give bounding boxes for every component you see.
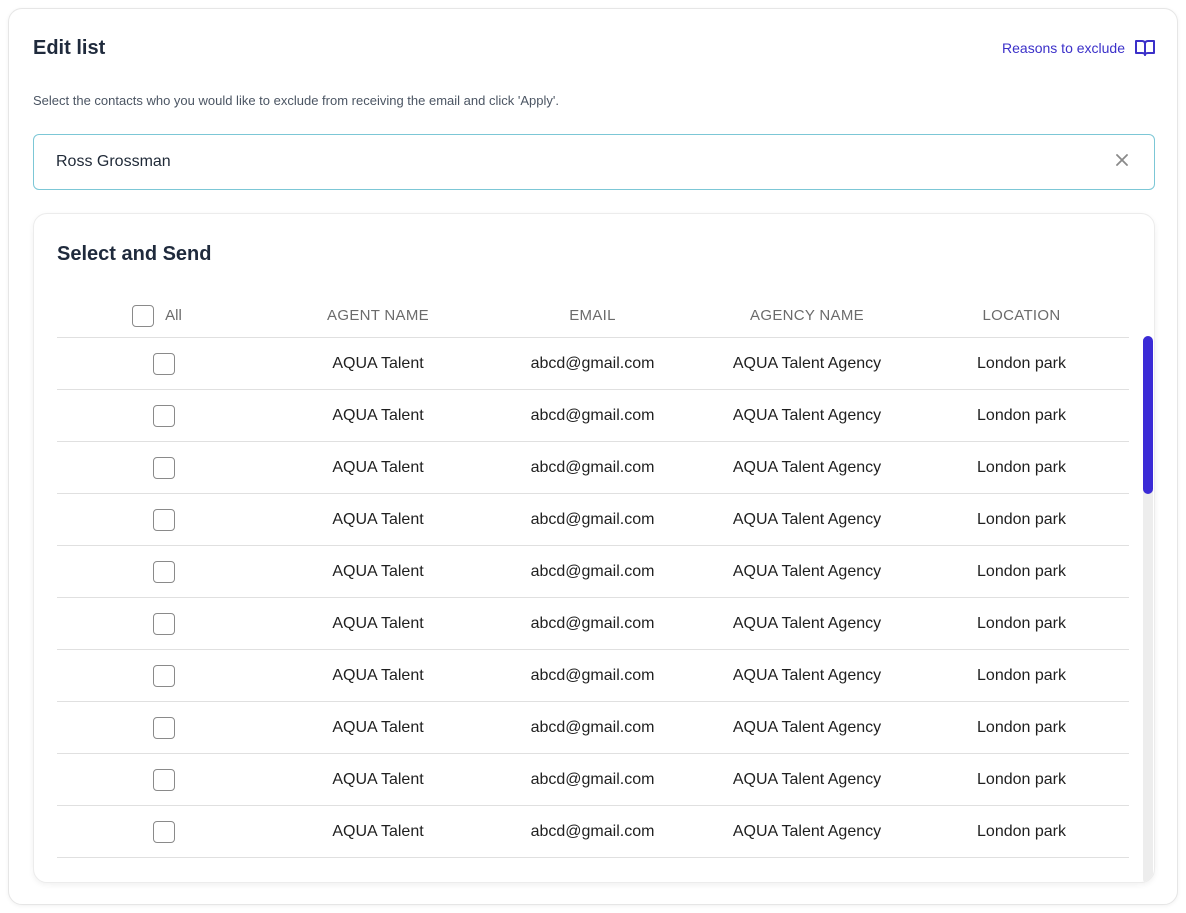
location-cell: London park: [977, 614, 1066, 632]
agency-name-cell: AQUA Talent Agency: [732, 458, 882, 476]
close-icon: [1116, 153, 1128, 171]
location-cell: London park: [977, 510, 1066, 528]
email-cell: abcd@gmail.com: [530, 666, 655, 684]
location-cell: London park: [977, 666, 1066, 684]
email-cell: abcd@gmail.com: [530, 614, 655, 632]
table-body: AQUA Talent abcd@gmail.com AQUA Talent A…: [57, 338, 1129, 858]
location-cell: London park: [977, 562, 1066, 580]
agency-name-cell: AQUA Talent Agency: [732, 770, 882, 788]
agency-name-cell: AQUA Talent Agency: [732, 718, 882, 736]
agent-name-cell: AQUA Talent: [332, 354, 424, 372]
search-input[interactable]: [56, 135, 1096, 189]
location-cell: London park: [977, 406, 1066, 424]
header-select-cell: All: [57, 304, 271, 327]
book-open-icon: [1135, 39, 1155, 57]
email-cell: abcd@gmail.com: [530, 562, 655, 580]
column-header-agency-name: AGENCY NAME: [750, 307, 864, 324]
row-checkbox[interactable]: [153, 664, 175, 687]
table-header: All AGENT NAME EMAIL AGENCY NAME LOCATIO…: [57, 294, 1129, 338]
select-all-control[interactable]: All: [132, 304, 182, 327]
clear-search-button[interactable]: [1112, 152, 1132, 172]
agency-name-cell: AQUA Talent Agency: [732, 354, 882, 372]
row-checkbox[interactable]: [153, 404, 175, 427]
contacts-table: All AGENT NAME EMAIL AGENCY NAME LOCATIO…: [57, 294, 1129, 858]
email-cell: abcd@gmail.com: [530, 458, 655, 476]
select-all-checkbox[interactable]: [132, 304, 155, 327]
email-cell: abcd@gmail.com: [530, 406, 655, 424]
table-row: AQUA Talent abcd@gmail.com AQUA Talent A…: [57, 338, 1129, 390]
email-cell: abcd@gmail.com: [530, 510, 655, 528]
agency-name-cell: AQUA Talent Agency: [732, 562, 882, 580]
location-cell: London park: [977, 718, 1066, 736]
instructions-text: Select the contacts who you would like t…: [33, 93, 559, 108]
row-select-cell: [57, 612, 271, 635]
search-field: [33, 134, 1155, 190]
agency-name-cell: AQUA Talent Agency: [732, 614, 882, 632]
table-row: AQUA Talent abcd@gmail.com AQUA Talent A…: [57, 546, 1129, 598]
agency-name-cell: AQUA Talent Agency: [732, 666, 882, 684]
agent-name-cell: AQUA Talent: [332, 510, 424, 528]
scrollbar-track[interactable]: [1143, 336, 1153, 882]
agent-name-cell: AQUA Talent: [332, 614, 424, 632]
email-cell: abcd@gmail.com: [530, 770, 655, 788]
row-select-cell: [57, 664, 271, 687]
reasons-to-exclude-link[interactable]: Reasons to exclude: [1002, 39, 1155, 57]
email-cell: abcd@gmail.com: [530, 718, 655, 736]
location-cell: London park: [977, 770, 1066, 788]
table-row: AQUA Talent abcd@gmail.com AQUA Talent A…: [57, 442, 1129, 494]
page-title: Edit list: [33, 37, 106, 59]
edit-list-panel: Edit list Reasons to exclude Select the …: [8, 8, 1178, 905]
row-checkbox[interactable]: [153, 508, 175, 531]
agent-name-cell: AQUA Talent: [332, 666, 424, 684]
row-select-cell: [57, 716, 271, 739]
row-select-cell: [57, 560, 271, 583]
row-select-cell: [57, 456, 271, 479]
email-cell: abcd@gmail.com: [530, 354, 655, 372]
table-row: AQUA Talent abcd@gmail.com AQUA Talent A…: [57, 754, 1129, 806]
row-checkbox[interactable]: [153, 768, 175, 791]
section-title: Select and Send: [57, 243, 212, 265]
location-cell: London park: [977, 354, 1066, 372]
agent-name-cell: AQUA Talent: [332, 718, 424, 736]
email-cell: abcd@gmail.com: [530, 822, 655, 840]
column-header-location: LOCATION: [982, 307, 1061, 324]
select-and-send-card: Select and Send All AGENT NAME EMAIL AGE…: [33, 213, 1155, 883]
row-select-cell: [57, 820, 271, 843]
location-cell: London park: [977, 822, 1066, 840]
table-row: AQUA Talent abcd@gmail.com AQUA Talent A…: [57, 650, 1129, 702]
row-checkbox[interactable]: [153, 560, 175, 583]
table-row: AQUA Talent abcd@gmail.com AQUA Talent A…: [57, 806, 1129, 858]
row-checkbox[interactable]: [153, 820, 175, 843]
agency-name-cell: AQUA Talent Agency: [732, 406, 882, 424]
agency-name-cell: AQUA Talent Agency: [732, 822, 882, 840]
column-header-agent-name: AGENT NAME: [327, 307, 429, 324]
location-cell: London park: [977, 458, 1066, 476]
agent-name-cell: AQUA Talent: [332, 822, 424, 840]
select-all-label: All: [165, 307, 182, 324]
row-checkbox[interactable]: [153, 456, 175, 479]
reasons-to-exclude-label: Reasons to exclude: [1002, 40, 1125, 56]
table-row: AQUA Talent abcd@gmail.com AQUA Talent A…: [57, 702, 1129, 754]
column-header-email: EMAIL: [569, 307, 616, 324]
table-row: AQUA Talent abcd@gmail.com AQUA Talent A…: [57, 598, 1129, 650]
agent-name-cell: AQUA Talent: [332, 458, 424, 476]
agent-name-cell: AQUA Talent: [332, 406, 424, 424]
row-checkbox[interactable]: [153, 612, 175, 635]
row-select-cell: [57, 404, 271, 427]
agency-name-cell: AQUA Talent Agency: [732, 510, 882, 528]
agent-name-cell: AQUA Talent: [332, 770, 424, 788]
row-select-cell: [57, 508, 271, 531]
row-select-cell: [57, 768, 271, 791]
table-row: AQUA Talent abcd@gmail.com AQUA Talent A…: [57, 390, 1129, 442]
row-select-cell: [57, 352, 271, 375]
agent-name-cell: AQUA Talent: [332, 562, 424, 580]
row-checkbox[interactable]: [153, 716, 175, 739]
row-checkbox[interactable]: [153, 352, 175, 375]
scrollbar-thumb[interactable]: [1143, 336, 1153, 494]
table-row: AQUA Talent abcd@gmail.com AQUA Talent A…: [57, 494, 1129, 546]
